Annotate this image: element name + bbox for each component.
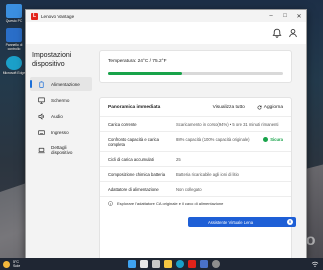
row-key: Confronto capacità e carica completa <box>108 137 159 147</box>
row-key: Adattatore di alimentazione <box>108 187 159 192</box>
overview-card: Panoramica immediata Visualizza tutto Ag… <box>99 97 292 258</box>
sidebar-item-label: Schermo <box>51 97 70 103</box>
taskbar-weather[interactable]: 5°C Sole <box>3 260 20 268</box>
battery-icon <box>39 80 44 88</box>
account-icon[interactable] <box>288 28 298 38</box>
app-title: Lenovo Vantage <box>41 13 75 19</box>
sidebar-title: Impostazioni dispositivo <box>32 52 72 68</box>
sidebar-item-device-details[interactable]: Dettagli dispositivo <box>30 141 92 159</box>
desktop-icon-this-pc[interactable]: Questo PC <box>2 4 26 23</box>
desktop-icon-edge[interactable]: Microsoft Edge <box>2 56 26 75</box>
minimize-button[interactable]: – <box>264 10 278 22</box>
taskbar: 5°C Sole <box>0 258 323 270</box>
status-badge: Sicura <box>263 137 283 142</box>
taskbar-apps <box>128 260 224 268</box>
settings-icon[interactable] <box>212 260 220 268</box>
sidebar: Impostazioni dispositivo Alimentazione S… <box>26 44 96 258</box>
sidebar-item-label: Dettagli dispositivo <box>51 144 73 155</box>
sidebar-item-display[interactable]: Schermo <box>30 93 92 107</box>
edge-icon[interactable] <box>176 260 184 268</box>
refresh-label: Aggiorna <box>263 104 283 110</box>
close-button[interactable]: ✕ <box>292 10 306 22</box>
edge-icon <box>6 56 22 70</box>
bell-icon[interactable] <box>272 28 282 38</box>
assistant-badge: 0 <box>287 219 293 225</box>
start-icon[interactable] <box>128 260 136 268</box>
status-badge-label: Sicura <box>270 137 283 142</box>
row-value: Scaricamento in corso(94%) • 5 ore 31 mi… <box>176 122 279 127</box>
overview-title: Panoramica immediata <box>108 104 161 110</box>
display-icon <box>38 97 45 104</box>
overview-row-chemistry: Composizione chimica batteria Batteria r… <box>100 166 291 181</box>
window-controls: – □ ✕ <box>264 10 306 22</box>
app-header <box>26 22 306 44</box>
desktop-icon-control-panel[interactable]: Pannello di controllo <box>2 28 26 51</box>
refresh-button[interactable]: Aggiorna <box>257 105 283 110</box>
monitor-icon <box>6 4 22 18</box>
temperature-bar <box>108 72 283 75</box>
sun-icon <box>3 260 10 268</box>
taskview-icon[interactable] <box>152 260 160 268</box>
overview-row-adapter: Adattatore di alimentazione Non collegat… <box>100 181 291 196</box>
search-icon[interactable] <box>140 260 148 268</box>
overview-row-current-charge: Carica corrente Scaricamento in corso(94… <box>100 116 291 131</box>
virtual-assistant-label: Assistente Virtuale Lena <box>208 219 254 225</box>
laptop-icon <box>38 147 45 153</box>
sidebar-item-label: Ingresso <box>51 129 69 135</box>
show-all-link[interactable]: Visualizza tutto <box>213 105 245 110</box>
weather-desc: Sole <box>13 264 21 268</box>
virtual-assistant-button[interactable]: Assistente Virtuale Lena 0 <box>188 217 296 227</box>
overview-row-capacity: Confronto capacità e carica completa 88%… <box>100 131 291 151</box>
row-key: Composizione chimica batteria <box>108 172 166 177</box>
row-value: 88% capacità (100% capacità originale) <box>176 137 250 142</box>
overview-row-cycles: Cicli di carica accumulati 25 <box>100 151 291 166</box>
keyboard-icon <box>38 129 45 135</box>
maximize-button[interactable]: □ <box>278 10 292 22</box>
sidebar-item-power[interactable]: Alimentazione <box>30 77 92 91</box>
vantage-icon[interactable] <box>188 260 196 268</box>
row-value: Non collegato <box>176 187 202 192</box>
title-bar[interactable]: L Lenovo Vantage – □ ✕ <box>26 10 306 22</box>
overview-header: Panoramica immediata Visualizza tutto Ag… <box>100 98 291 116</box>
temperature-bar-fill <box>108 72 182 75</box>
temperature-card: Temperatura: 24°C / 75.2°F <box>99 50 292 83</box>
temperature-label: Temperatura: 24°C / 75.2°F <box>108 59 167 64</box>
sidebar-item-input[interactable]: Ingresso <box>30 125 92 139</box>
row-key: Carica corrente <box>108 122 137 127</box>
wifi-icon <box>311 261 319 267</box>
row-value: 25 <box>176 157 181 162</box>
sidebar-item-label: Alimentazione <box>51 81 80 87</box>
adapter-note-row: Esplorare l'adattatore CA originale e il… <box>100 196 291 210</box>
files-icon[interactable] <box>164 260 172 268</box>
check-icon <box>263 137 269 142</box>
speaker-icon <box>38 112 44 120</box>
info-icon <box>108 201 113 206</box>
lenovo-logo-icon: L <box>31 12 38 20</box>
refresh-icon <box>257 105 262 109</box>
sidebar-item-label: Audio <box>51 113 63 119</box>
row-value: Batteria ricaricabile agli ioni di litio <box>176 172 239 177</box>
control-panel-icon <box>6 28 22 42</box>
system-tray[interactable] <box>311 260 319 268</box>
sidebar-item-audio[interactable]: Audio <box>30 109 92 123</box>
store-icon[interactable] <box>200 260 208 268</box>
adapter-note-link[interactable]: Esplorare l'adattatore CA originale e il… <box>117 201 223 206</box>
row-key: Cicli di carica accumulati <box>108 157 154 162</box>
